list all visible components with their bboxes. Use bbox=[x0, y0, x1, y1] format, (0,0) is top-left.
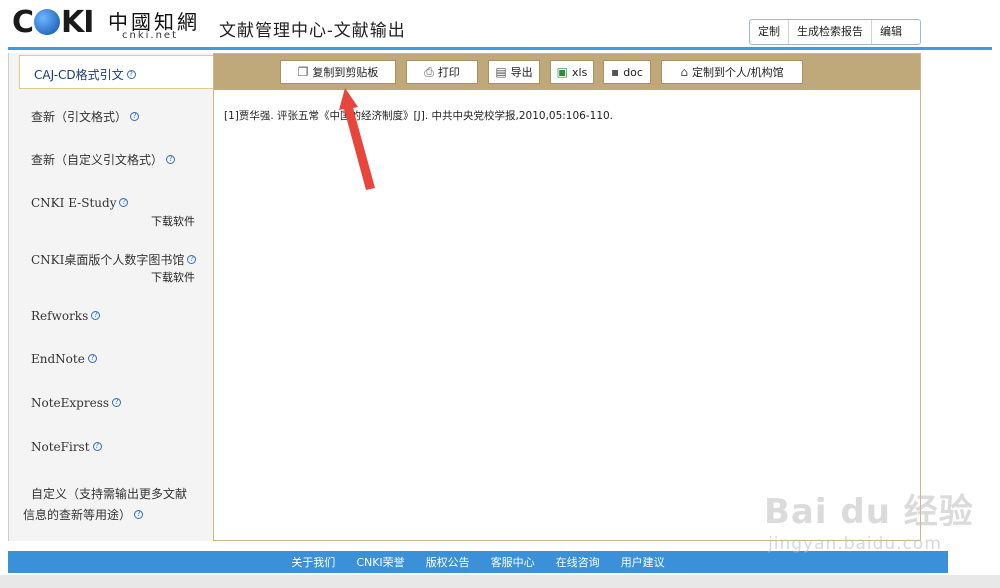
copy-label: 复制到剪贴板 bbox=[312, 66, 379, 79]
sidebar: CAJ-CD格式引文? 查新（引文格式）? 查新（自定义引文格式）? CNKI … bbox=[8, 53, 214, 541]
toolbar: ❐ 复制到剪贴板 ⎙ 打印 ▤ 导出 ▣ xls ▪ doc ⌂ 定制到个人/机构馆 bbox=[214, 54, 920, 90]
copy-to-clipboard-button[interactable]: ❐ 复制到剪贴板 bbox=[280, 60, 396, 84]
footer-link-about[interactable]: 关于我们 bbox=[291, 554, 335, 570]
sidebar-item-caj-cd[interactable]: CAJ-CD格式引文? bbox=[19, 55, 214, 89]
sidebar-item-label: 查新（自定义引文格式） bbox=[31, 153, 164, 167]
help-icon[interactable]: ? bbox=[87, 354, 97, 363]
print-button[interactable]: ⎙ 打印 bbox=[406, 60, 478, 84]
output-panel: ❐ 复制到剪贴板 ⎙ 打印 ▤ 导出 ▣ xls ▪ doc ⌂ 定制到个人/机构馆 [1]… bbox=[213, 53, 921, 541]
header: C KI 中國知網 cnki.net 文献管理中心-文献输出 定制 生成检索报告 … bbox=[0, 0, 1000, 46]
top-action-group: 定制 生成检索报告 编辑 bbox=[749, 19, 921, 45]
help-icon[interactable]: ? bbox=[126, 70, 136, 79]
sidebar-item-e-study[interactable]: CNKI E-Study? bbox=[31, 196, 129, 210]
help-icon[interactable]: ? bbox=[166, 155, 176, 164]
printer-icon: ⎙ bbox=[424, 64, 434, 79]
footer-link-service[interactable]: 客服中心 bbox=[491, 554, 535, 570]
help-icon[interactable]: ? bbox=[130, 112, 140, 121]
sidebar-item-chaxin-citation[interactable]: 查新（引文格式）? bbox=[31, 108, 140, 125]
sidebar-item-label: EndNote bbox=[31, 352, 85, 366]
footer-link-consult[interactable]: 在线咨询 bbox=[556, 554, 600, 570]
header-divider bbox=[8, 47, 992, 50]
sidebar-item-label: 自定义（支持需输出更多文献 bbox=[31, 487, 188, 501]
sidebar-item-refworks[interactable]: Refworks? bbox=[31, 309, 101, 323]
excel-icon: ▣ bbox=[556, 65, 569, 79]
citation-text: [1]贾华强. 评张五常《中国的经济制度》[J]. 中共中央党校学报,2010,… bbox=[224, 110, 614, 122]
page-bottom-bar bbox=[0, 575, 1000, 588]
customize-button[interactable]: 定制 bbox=[750, 20, 789, 44]
doc-label: doc bbox=[623, 65, 643, 79]
sidebar-item-noteexpress[interactable]: NoteExpress? bbox=[31, 396, 122, 410]
logo-brand: C KI bbox=[12, 5, 94, 40]
sidebar-item-label: 查新（引文格式） bbox=[31, 110, 128, 124]
save-to-library-label: 定制到个人/机构馆 bbox=[691, 66, 784, 79]
sidebar-item-chaxin-custom[interactable]: 查新（自定义引文格式）? bbox=[31, 151, 176, 168]
export-label: 导出 bbox=[510, 66, 533, 79]
document-icon: ▤ bbox=[495, 65, 507, 79]
logo-url: cnki.net bbox=[122, 30, 178, 41]
export-doc-button[interactable]: ▪ doc bbox=[603, 60, 651, 84]
save-disk-icon: ▪ bbox=[611, 65, 620, 79]
sidebar-item-label: CNKI桌面版个人数字图书馆 bbox=[31, 253, 185, 267]
sidebar-item-label: CNKI E-Study bbox=[31, 196, 117, 210]
edit-button[interactable]: 编辑 bbox=[872, 20, 910, 44]
generate-report-button[interactable]: 生成检索报告 bbox=[789, 20, 872, 44]
save-to-library-button[interactable]: ⌂ 定制到个人/机构馆 bbox=[661, 60, 803, 84]
help-icon[interactable]: ? bbox=[134, 510, 144, 519]
sidebar-item-notefirst[interactable]: NoteFirst? bbox=[31, 440, 102, 454]
sidebar-item-custom-output[interactable]: 自定义（支持需输出更多文献 信息的查新等用途）? bbox=[23, 484, 211, 526]
sidebar-item-label: Refworks bbox=[31, 309, 89, 323]
sidebar-item-desktop-library[interactable]: CNKI桌面版个人数字图书馆? bbox=[31, 251, 197, 268]
sidebar-item-label: NoteExpress bbox=[31, 396, 110, 410]
xls-label: xls bbox=[572, 65, 588, 79]
help-icon[interactable]: ? bbox=[112, 398, 122, 407]
sidebar-item-endnote[interactable]: EndNote? bbox=[31, 352, 97, 366]
footer-link-copyright[interactable]: 版权公告 bbox=[426, 554, 470, 570]
download-software-link[interactable]: 下载软件 bbox=[151, 213, 195, 229]
help-icon[interactable]: ? bbox=[119, 198, 129, 207]
download-software-link[interactable]: 下载软件 bbox=[151, 269, 195, 285]
cnki-logo[interactable]: C KI 中國知網 cnki.net bbox=[12, 6, 202, 42]
export-xls-button[interactable]: ▣ xls bbox=[550, 60, 594, 84]
footer-link-honors[interactable]: CNKI荣誉 bbox=[356, 554, 404, 570]
institution-icon: ⌂ bbox=[680, 65, 688, 79]
footer: 关于我们 CNKI荣誉 版权公告 客服中心 在线咨询 用户建议 bbox=[8, 551, 948, 573]
page-title: 文献管理中心-文献输出 bbox=[219, 21, 406, 41]
help-icon[interactable]: ? bbox=[92, 442, 102, 451]
globe-icon bbox=[34, 9, 61, 35]
help-icon[interactable]: ? bbox=[187, 255, 197, 264]
sidebar-item-label: CAJ-CD格式引文 bbox=[34, 68, 124, 82]
sidebar-item-label-line2: 信息的查新等用途） bbox=[23, 508, 132, 522]
print-label: 打印 bbox=[437, 66, 460, 79]
export-button[interactable]: ▤ 导出 bbox=[488, 60, 540, 84]
copy-icon: ❐ bbox=[297, 65, 309, 79]
help-icon[interactable]: ? bbox=[91, 311, 101, 320]
sidebar-item-label: NoteFirst bbox=[31, 440, 90, 454]
footer-link-feedback[interactable]: 用户建议 bbox=[621, 554, 665, 570]
